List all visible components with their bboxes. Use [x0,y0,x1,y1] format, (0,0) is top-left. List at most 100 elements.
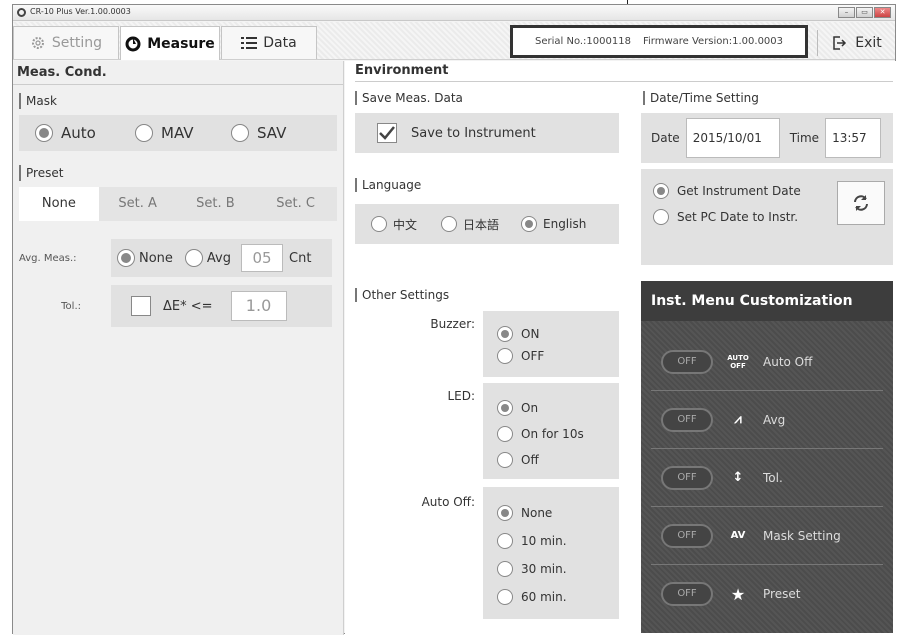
measure-icon [125,36,141,51]
exit-button[interactable]: Exit [817,30,895,56]
time-input[interactable]: 13:57 [825,118,882,158]
preset-tab-set-a[interactable]: Set. A [98,186,177,221]
autooff-option-none[interactable]: None [497,499,619,527]
time-label: Time [789,131,820,145]
star-icon: ★ [730,584,746,604]
tab-data[interactable]: Data [221,26,317,59]
tab-setting-label: Setting [51,35,103,51]
date-option-set[interactable]: Set PC Date to Instr. [653,209,798,225]
buzzer-option-on[interactable]: ON [497,323,619,345]
sync-button[interactable] [837,181,885,225]
mask-options: Auto MAV SAV [19,115,337,151]
language-option-chinese[interactable]: 中文 [371,216,441,233]
cust-row-avg: OFF ⩘ Avg [651,391,883,449]
title-bar: CR-10 Plus Ver.1.00.0003 – ▭ ✕ [13,5,895,21]
led-on-label: On [521,401,539,415]
close-button[interactable]: ✕ [874,7,891,18]
avg-option-avg[interactable]: Avg [184,249,231,267]
autooff-option-10[interactable]: 10 min. [497,527,619,555]
refresh-icon [854,195,868,211]
autooff-60-label: 60 min. [521,590,567,604]
cust-row-tol: OFF ↕ Tol. [651,449,883,507]
avg-meas-label: Avg. Meas.: [19,252,77,264]
auto-off-toggle[interactable]: OFF [661,349,713,374]
buzzer-options: ON OFF [483,311,619,377]
preset-tab-set-c[interactable]: Set. C [254,186,337,221]
radio-icon [184,249,203,267]
mask-option-sav[interactable]: SAV [231,124,286,142]
list-icon [241,37,258,49]
preset-label: Preset [763,587,801,601]
radio-icon [497,533,513,549]
mask-auto-label: Auto [61,124,96,142]
tab-measure-label: Measure [147,35,215,52]
buzzer-option-off[interactable]: OFF [497,345,619,367]
autooff-option-60[interactable]: 60 min. [497,583,619,611]
mask-sav-label: SAV [257,124,287,142]
radio-icon [117,249,135,267]
mask-option-mav[interactable]: MAV [135,124,231,142]
preset-tab-none[interactable]: None [19,186,99,221]
device-info-box: Serial No.:1000118 Firmware Version:1.00… [510,25,808,58]
radio-icon [497,326,513,342]
radio-icon [231,124,249,142]
autooff-options: None 10 min. 30 min. 60 min. [483,487,619,619]
radio-icon [497,589,513,605]
cust-row-auto-off: OFF AUTO OFF Auto Off [651,333,883,391]
led-option-off[interactable]: Off [497,447,619,473]
datetime-row: Date 2015/10/01 Time 13:57 [641,113,893,163]
auto-off-label: Auto Off [763,354,813,369]
other-settings-heading: Other Settings [355,288,449,302]
tab-measure[interactable]: Measure [120,26,220,60]
minimize-button[interactable]: – [838,7,855,18]
avg-count-input[interactable]: 05 [241,244,283,272]
language-japanese-label: 日本語 [463,217,500,232]
radio-icon [135,124,153,142]
save-to-instrument[interactable]: Save to Instrument [355,113,619,153]
tab-data-label: Data [263,35,297,51]
date-input[interactable]: 2015/10/01 [685,118,780,158]
tol-value-input[interactable]: 1.0 [230,291,287,321]
avg-toggle[interactable]: OFF [661,407,713,432]
radio-icon [653,209,669,225]
tab-setting[interactable]: Setting [13,26,119,59]
language-heading: Language [355,178,421,192]
led-option-on[interactable]: On [497,395,619,421]
avg-avg-label: Avg [206,250,231,266]
date-source-box: Get Instrument Date Set PC Date to Instr… [641,169,893,265]
save-data-heading: Save Meas. Data [355,91,463,105]
language-option-japanese[interactable]: 日本語 [441,216,521,233]
preset-toggle[interactable]: OFF [661,582,713,606]
avg-options: None Avg 05 Cnt [111,239,332,277]
app-icon [17,8,26,17]
language-english-label: English [543,217,587,231]
autooff-none-label: None [521,506,553,520]
buzzer-on-label: ON [521,327,540,341]
customization-title: Inst. Menu Customization [641,281,893,321]
mask-icon: AV [730,530,746,541]
autooff-10-label: 10 min. [521,534,567,548]
auto-off-icon: AUTO OFF [727,353,749,370]
autooff-option-30[interactable]: 30 min. [497,555,619,583]
serial-number: Serial No.:1000118 [534,36,631,47]
avg-option-none[interactable]: None [117,249,173,267]
gear-icon [31,37,44,49]
led-off-label: Off [521,453,539,467]
mask-mav-label: MAV [161,124,194,142]
radio-icon [441,216,457,232]
led-option-on-10s[interactable]: On for 10s [497,421,619,447]
check-icon [379,126,395,140]
maximize-button[interactable]: ▭ [856,7,873,18]
save-checkbox[interactable] [377,123,397,143]
tol-checkbox[interactable] [131,296,151,316]
date-option-get[interactable]: Get Instrument Date [653,183,801,199]
cust-row-mask: OFF AV Mask Setting [651,507,883,565]
mask-toggle[interactable]: OFF [661,523,713,548]
radio-icon [497,561,513,577]
radio-icon [35,124,53,142]
tol-toggle[interactable]: OFF [661,465,713,490]
mask-option-auto[interactable]: Auto [35,124,135,142]
radio-icon [521,216,537,232]
preset-tab-set-b[interactable]: Set. B [176,186,255,221]
language-option-english[interactable]: English [521,216,586,232]
